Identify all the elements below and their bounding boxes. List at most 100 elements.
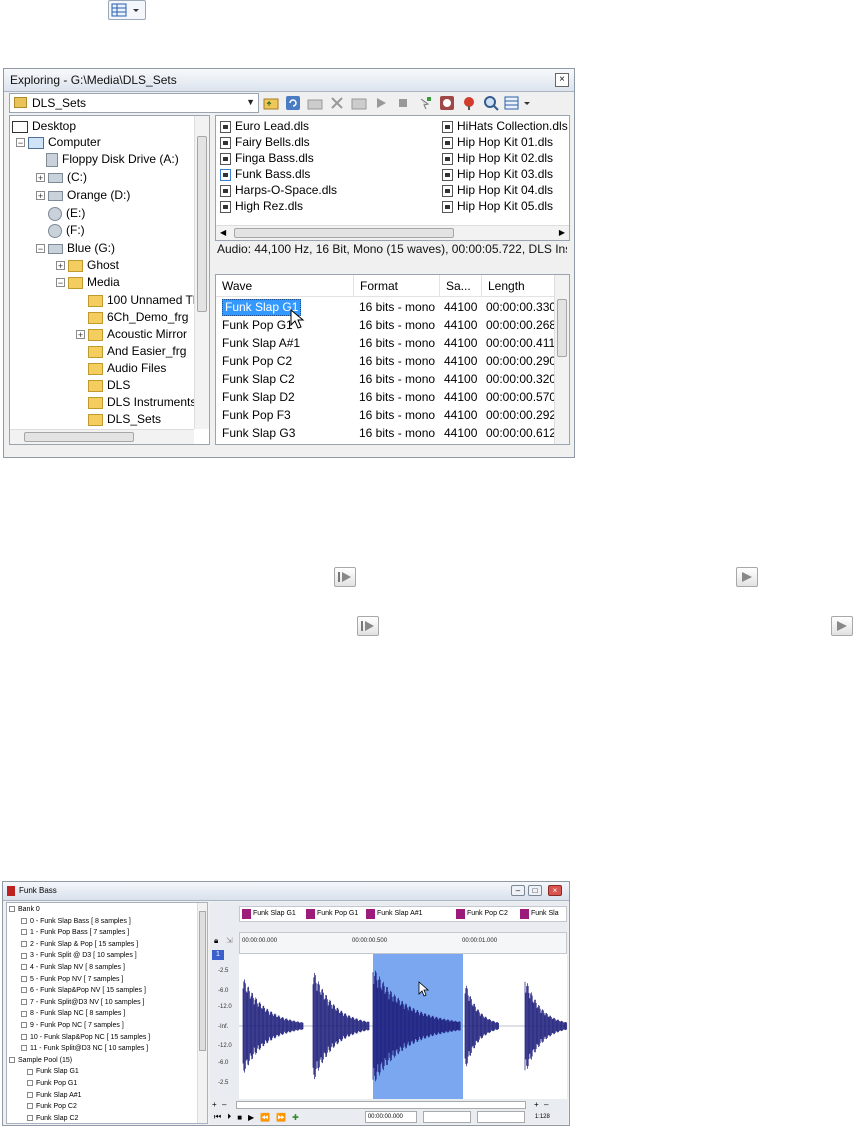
expand-icon[interactable] [21, 1010, 27, 1017]
expand-icon[interactable] [21, 917, 27, 924]
marker-funk-slap-g1[interactable]: Funk Slap G1 [242, 909, 296, 919]
tree-item-computer[interactable]: − Computer [16, 134, 101, 150]
loop-icon[interactable]: ✚ [292, 1113, 299, 1122]
maximize-icon[interactable]: □ [528, 885, 542, 896]
file-list[interactable]: Euro Lead.dls Fairy Bells.dls Finga Bass… [215, 115, 570, 241]
marker-funk-pop-c2[interactable]: Funk Pop C2 [456, 909, 508, 919]
scrollbar-thumb[interactable] [24, 432, 134, 442]
play-from-start-icon[interactable]: ⏵ [227, 1112, 231, 1122]
collapse-icon[interactable]: − [56, 278, 65, 288]
expand-icon[interactable]: + [56, 261, 65, 271]
file-item[interactable]: Hip Hop Kit 01.dls [442, 134, 553, 150]
record-icon[interactable] [460, 95, 477, 112]
file-item[interactable]: High Rez.dls [220, 198, 303, 214]
file-item[interactable]: Finga Bass.dls [220, 150, 314, 166]
tree-item-dls-sets[interactable]: DLS_Sets [88, 411, 161, 427]
expand-icon[interactable]: + [36, 173, 45, 183]
play-icon[interactable]: ▶ [248, 1113, 254, 1122]
expand-icon[interactable] [21, 987, 27, 994]
tree-item-dls[interactable]: DLS [88, 377, 130, 393]
instrument-tree[interactable]: Bank 00 - Funk Slap Bass [ 8 samples ] 1 … [6, 902, 208, 1124]
instrument-item[interactable]: 9 - Funk Pop NC [ 7 samples ] [21, 1020, 124, 1032]
instrument-item[interactable]: 1 - Funk Pop Bass [ 7 samples ] [21, 927, 129, 939]
tree-item-media[interactable]: − Media [56, 274, 120, 290]
scrollbar-thumb[interactable] [234, 228, 454, 238]
wave-list[interactable]: Wave Format Sa... Length Funk Slap G1 16… [215, 274, 570, 445]
expand-icon[interactable] [21, 964, 27, 971]
play-button[interactable] [736, 567, 758, 587]
folder-tree[interactable]: Desktop − Computer Floppy Disk Drive (A:)… [9, 115, 210, 445]
expand-icon[interactable] [21, 998, 27, 1005]
file-item[interactable]: Fairy Bells.dls [220, 134, 310, 150]
sample-item[interactable]: Funk Slap C2 [27, 1113, 78, 1123]
wave-row[interactable]: Funk Slap D2 16 bits - mono 44100 00:00:… [216, 388, 556, 406]
scroll-right-icon[interactable]: ▶ [559, 228, 565, 237]
file-item[interactable]: Harps-O-Space.dls [220, 182, 337, 198]
file-item[interactable]: Hip Hop Kit 02.dls [442, 150, 553, 166]
wave-row-selected[interactable]: Funk Slap G1 16 bits - mono 44100 00:00:… [216, 298, 556, 316]
tree-item-audio-files[interactable]: Audio Files [88, 360, 166, 376]
tree-item-floppy[interactable]: Floppy Disk Drive (A:) [46, 151, 179, 167]
instrument-item[interactable]: 5 - Funk Pop NV [ 7 samples ] [21, 974, 123, 986]
tree-item-and-easier[interactable]: And Easier_frg [88, 343, 186, 359]
search-icon[interactable] [482, 95, 499, 112]
column-header-wave[interactable]: Wave [216, 275, 354, 297]
scrollbar-thumb[interactable] [199, 911, 206, 1051]
sample-item[interactable]: Funk Slap A#1 [27, 1090, 82, 1102]
go-to-start-icon[interactable]: ⏮ [214, 1112, 221, 1122]
instrument-item[interactable]: 2 - Funk Slap & Pop [ 15 samples ] [21, 939, 138, 951]
marker-funk-slap-c2[interactable]: Funk Sla [520, 909, 559, 919]
expand-icon[interactable] [21, 929, 27, 936]
wave-row[interactable]: Funk Pop G1 16 bits - mono 44100 00:00:0… [216, 316, 556, 334]
time-ruler[interactable] [239, 932, 567, 954]
stop-icon[interactable] [394, 95, 411, 112]
tree-item-ghost[interactable]: + Ghost [56, 257, 119, 273]
delete-icon[interactable] [328, 95, 345, 112]
wave-row[interactable]: Funk Slap G3 16 bits - mono 44100 00:00:… [216, 424, 556, 442]
wave-row[interactable]: Funk Pop F3 16 bits - mono 44100 00:00:0… [216, 406, 556, 424]
wave-row[interactable]: Funk Slap C2 16 bits - mono 44100 00:00:… [216, 370, 556, 388]
instrument-item[interactable]: 11 - Funk Split@D3 NC [ 10 samples ] [21, 1043, 148, 1055]
next-icon[interactable]: ⏩ [276, 1113, 286, 1122]
new-folder-icon[interactable] [306, 95, 323, 112]
column-header-sample-rate[interactable]: Sa... [440, 275, 482, 297]
instrument-item[interactable]: 4 - Funk Slap NV [ 8 samples ] [21, 962, 125, 974]
expand-icon[interactable] [21, 1033, 27, 1040]
view-toggle-button[interactable] [108, 0, 146, 20]
lock-icon[interactable]: 🔒︎ [214, 936, 218, 946]
tree-item-100-unnamed[interactable]: 100 Unnamed Tl [88, 292, 196, 308]
play-from-start-button[interactable] [357, 616, 379, 636]
folder-icon[interactable] [350, 95, 367, 112]
zoom-out-icon[interactable]: – [544, 1100, 548, 1109]
file-item-selected[interactable]: Funk Bass.dls [220, 166, 311, 182]
zoom-out-icon[interactable]: – [222, 1100, 226, 1109]
tree-vertical-scrollbar[interactable] [194, 116, 209, 429]
up-folder-icon[interactable] [262, 95, 279, 112]
channel-label[interactable]: 1 [212, 950, 224, 960]
column-header-format[interactable]: Format [354, 275, 440, 297]
sample-item[interactable]: Funk Pop C2 [27, 1101, 77, 1113]
tree-horizontal-scrollbar[interactable] [10, 429, 194, 444]
file-item[interactable]: Hip Hop Kit 04.dls [442, 182, 553, 198]
file-item[interactable]: HiHats Collection.dls [442, 118, 568, 134]
tree-item-dls-instruments[interactable]: DLS Instruments [88, 394, 196, 410]
path-combobox[interactable]: DLS_Sets ▼ [9, 93, 259, 113]
tree-item-c[interactable]: + (C:) [36, 169, 87, 185]
auto-play-icon[interactable] [416, 95, 433, 112]
file-item[interactable]: Hip Hop Kit 05.dls [442, 198, 553, 214]
play-from-start-button[interactable] [334, 567, 356, 587]
file-item[interactable]: Euro Lead.dls [220, 118, 309, 134]
expand-icon[interactable] [9, 906, 15, 913]
tree-item-d[interactable]: + Orange (D:) [36, 187, 130, 203]
expand-icon[interactable] [21, 975, 27, 982]
collapse-icon[interactable]: − [36, 244, 45, 254]
expand-icon[interactable] [21, 952, 27, 959]
zoom-scrollbar[interactable]: + – + – [210, 1100, 568, 1110]
zoom-in-icon[interactable]: + [212, 1100, 217, 1109]
sample-item[interactable]: Funk Pop G1 [27, 1078, 77, 1090]
previous-icon[interactable]: ⏪ [260, 1113, 270, 1122]
views-icon[interactable] [504, 95, 534, 112]
expand-icon[interactable] [21, 1022, 27, 1029]
instrument-item[interactable]: 3 - Funk Split @ D3 [ 10 samples ] [21, 950, 137, 962]
instrument-item[interactable]: 10 - Funk Slap&Pop NC [ 15 samples ] [21, 1032, 150, 1044]
